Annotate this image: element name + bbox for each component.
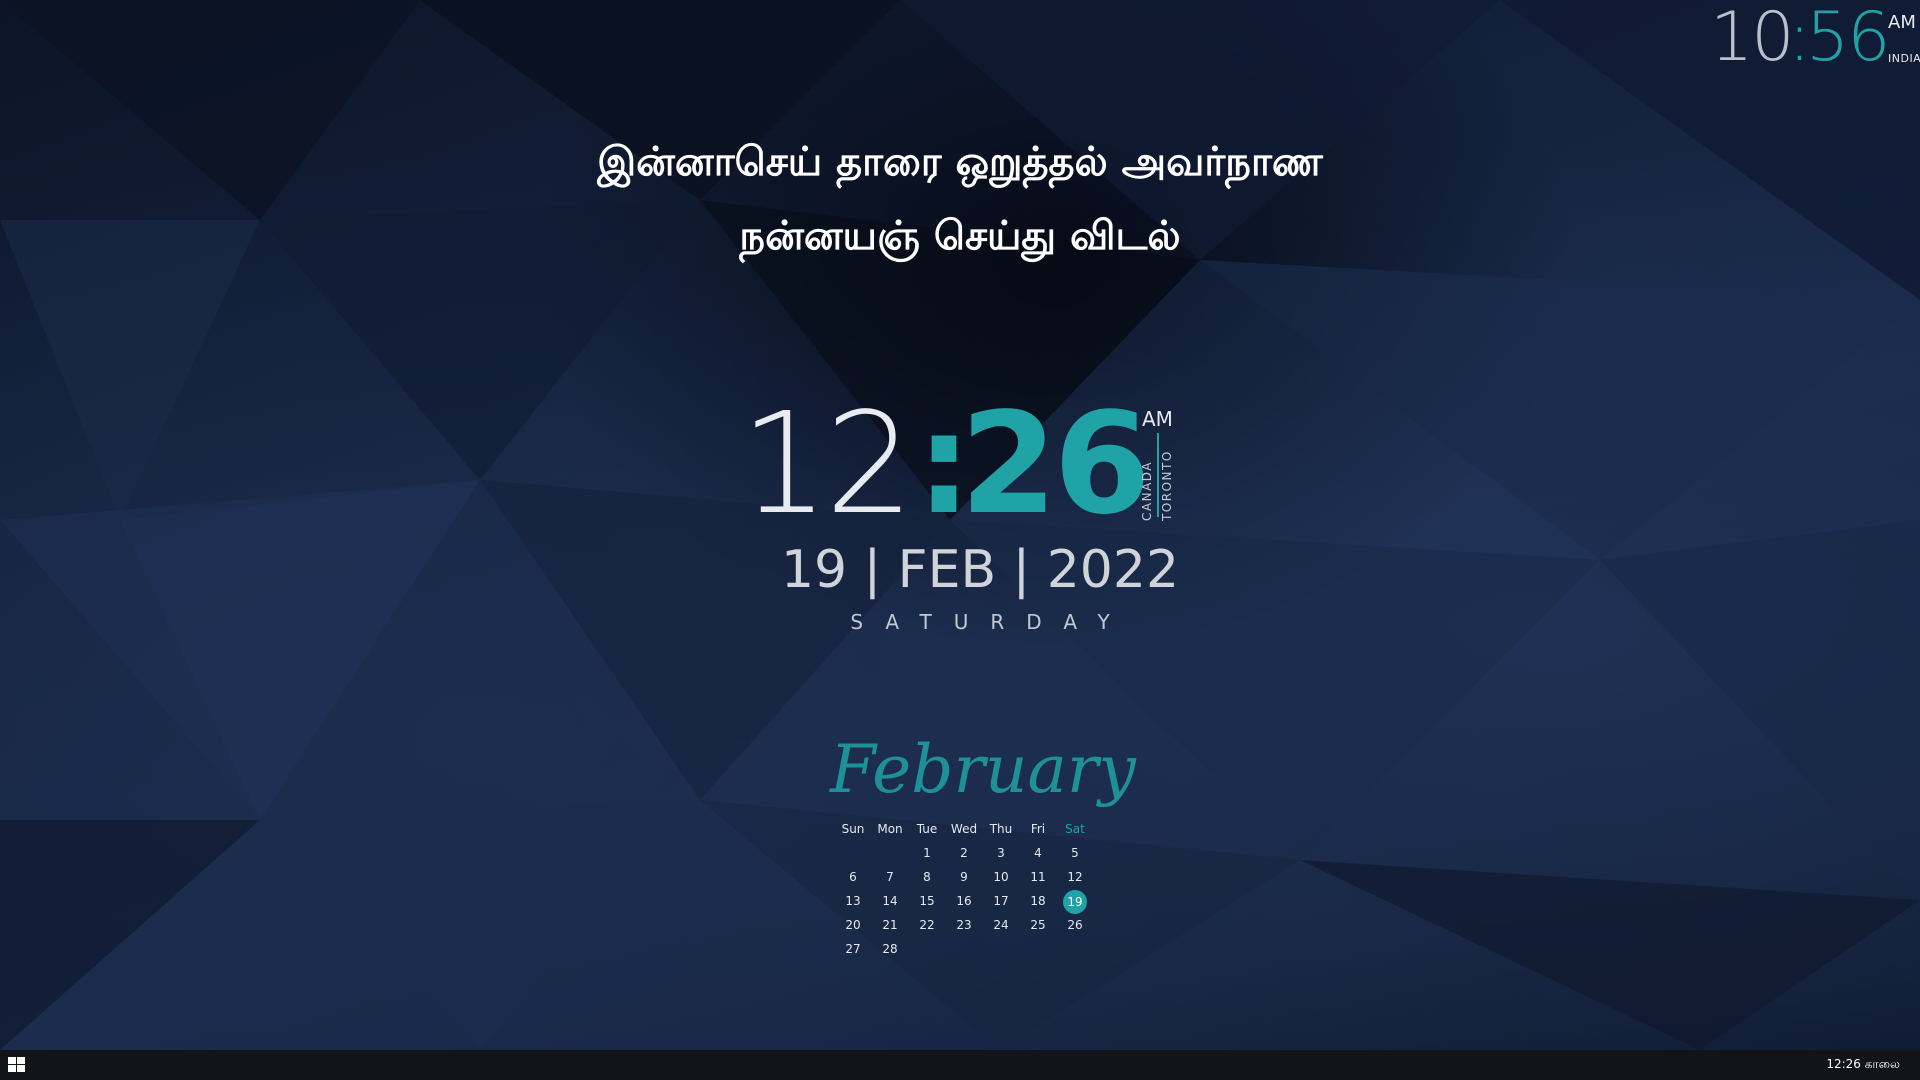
calendar-day: 17 (993, 894, 1009, 908)
calendar-day: 7 (886, 870, 894, 884)
india-clock-ampm: AM (1888, 12, 1916, 33)
date-display: 19 | FEB | 2022 (780, 540, 1180, 600)
calendar-day: 16 (956, 894, 972, 908)
calendar-weekday-sun: Sun (841, 822, 865, 836)
calendar-day: 9 (960, 870, 968, 884)
main-clock-minute: 26 (960, 383, 1151, 546)
calendar-day: 18 (1030, 894, 1046, 908)
calendar-week-row: 20 21 22 23 24 25 26 (835, 914, 1095, 938)
main-clock-ampm: AM (1142, 407, 1173, 431)
calendar-day: 10 (993, 870, 1009, 884)
quote-line-1: இன்னாசெய் தாரை ஒறுத்தல் அவர்நாண (597, 139, 1323, 185)
calendar-day: 12 (1067, 870, 1083, 884)
calendar-day: 1 (923, 846, 931, 860)
weekday-display: SATURDAY (850, 610, 1132, 634)
calendar-day: 24 (993, 918, 1009, 932)
calendar-day: 21 (882, 918, 898, 932)
calendar-week-row: 6 7 8 9 10 11 12 (835, 866, 1095, 890)
calendar-week-row: 1 2 3 4 5 (835, 842, 1095, 866)
desktop-wallpaper: 10 : 56 AM INDIA இன்னாசெய் தாரை ஒறுத்தல்… (0, 0, 1920, 1050)
calendar-day: 26 (1067, 918, 1083, 932)
taskbar: 12:26 காலை (0, 1050, 1920, 1080)
calendar-day: 22 (919, 918, 935, 932)
calendar-day: 15 (919, 894, 935, 908)
calendar-day-today: 19 (1063, 890, 1087, 914)
calendar-day: 23 (956, 918, 972, 932)
calendar-week-row: 27 28 (835, 938, 1095, 962)
main-clock-hour: 12 (740, 383, 914, 546)
taskbar-clock[interactable]: 12:26 காலை (1826, 1057, 1900, 1073)
calendar-day: 20 (845, 918, 861, 932)
main-clock-city: TORONTO (1160, 450, 1174, 521)
calendar-day: 13 (845, 894, 861, 908)
calendar-week-row: 13 14 15 16 17 18 19 (835, 890, 1095, 914)
calendar-day: 8 (923, 870, 931, 884)
india-clock-minute: 56 (1806, 0, 1891, 77)
india-clock-hour: 10 (1710, 0, 1795, 77)
calendar-weekday-sat: Sat (1065, 822, 1085, 836)
india-clock-widget: 10 : 56 AM INDIA (1700, 0, 1920, 77)
main-clock-widget: 12 : 26 AM CANADA TORONTO (740, 395, 1200, 535)
calendar-day: 11 (1030, 870, 1046, 884)
calendar-widget: Sun Mon Tue Wed Thu Fri Sat 1 2 3 4 5 6 7 8 9 10 11 12 13 1… (835, 818, 1095, 962)
calendar-day: 27 (845, 942, 861, 956)
calendar-day: 6 (849, 870, 857, 884)
calendar-day: 4 (1034, 846, 1042, 860)
india-clock-zone: INDIA (1888, 52, 1920, 65)
calendar-day: 2 (960, 846, 968, 860)
calendar-weekday-mon: Mon (877, 822, 903, 836)
calendar-day: 5 (1071, 846, 1079, 860)
calendar-weekday-fri: Fri (1030, 822, 1046, 836)
main-clock-country: CANADA (1140, 460, 1154, 521)
calendar-day: 25 (1030, 918, 1046, 932)
calendar-weekday-header: Sun Mon Tue Wed Thu Fri Sat (835, 818, 1095, 842)
calendar-day: 28 (882, 942, 898, 956)
windows-logo-icon[interactable] (8, 1057, 26, 1073)
calendar-day: 14 (882, 894, 898, 908)
quote-line-2: நன்னயஞ் செய்து விடல் (739, 213, 1181, 259)
calendar-weekday-wed: Wed (950, 822, 978, 836)
timezone-divider (1157, 433, 1159, 517)
calendar-weekday-thu: Thu (989, 822, 1013, 836)
calendar-day: 3 (997, 846, 1005, 860)
tamil-quote: இன்னாசெய் தாரை ஒறுத்தல் அவர்நாண நன்னயஞ் … (560, 125, 1360, 273)
calendar-weekday-tue: Tue (916, 822, 938, 836)
